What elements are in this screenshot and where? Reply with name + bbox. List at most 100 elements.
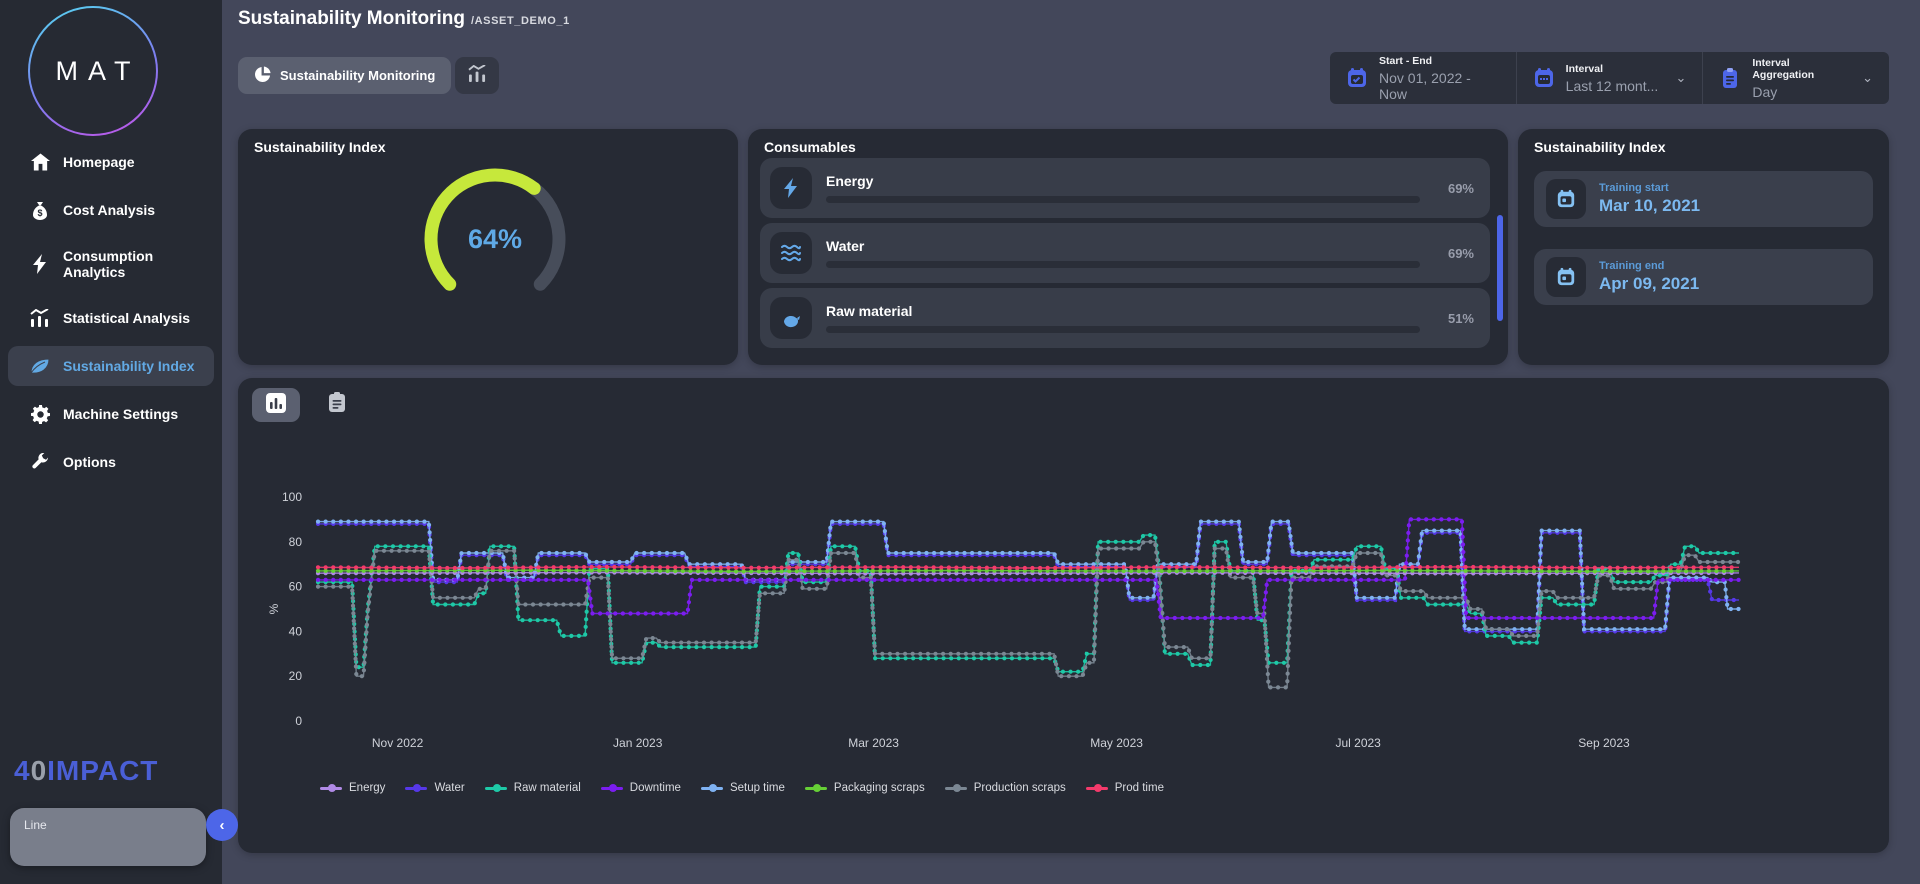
legend-dot (413, 784, 421, 792)
time-controls-bar: Start - End Nov 01, 2022 - Now Interval … (1330, 52, 1889, 104)
legend-marker (485, 787, 507, 790)
sidebar-item-cost-analysis[interactable]: $ Cost Analysis (8, 190, 214, 230)
wrench-icon (30, 452, 50, 472)
legend-item-downtime[interactable]: Downtime (601, 782, 681, 794)
calendar-check-icon (1346, 67, 1368, 89)
calendar-icon (1546, 257, 1586, 297)
progress-bar (826, 196, 1420, 203)
sidebar-item-options[interactable]: Options (8, 442, 214, 482)
legend-label: Downtime (630, 782, 681, 794)
training-start-label: Training start (1599, 182, 1700, 194)
water-waves-icon (770, 232, 812, 274)
legend-dot (609, 784, 617, 792)
legend-item-water[interactable]: Water (405, 782, 464, 794)
consumable-percent: 51% (1434, 311, 1474, 326)
chevron-down-icon[interactable]: ⌄ (1862, 70, 1873, 86)
consumable-percent: 69% (1434, 181, 1474, 196)
chevron-left-icon: ‹ (220, 817, 225, 834)
legend-label: Water (434, 782, 464, 794)
sidebar-item-consumption-analytics[interactable]: Consumption Analytics (8, 238, 214, 290)
consumable-row-raw-material: Raw material 51% (760, 288, 1490, 348)
sidebar-item-statistical-analysis[interactable]: Statistical Analysis (8, 298, 214, 338)
legend-label: Raw material (514, 782, 581, 794)
sustainability-index-gauge-card: Sustainability Index 64% (238, 129, 738, 365)
start-end-value: Nov 01, 2022 - Now (1379, 70, 1500, 102)
line-chart-canvas[interactable]: 020406080100Nov 2022Jan 2023Mar 2023May … (238, 378, 1889, 778)
legend-dot (813, 784, 821, 792)
legend-label: Prod time (1115, 782, 1164, 794)
legend-marker (320, 787, 342, 790)
svg-text:Jan 2023: Jan 2023 (613, 736, 663, 750)
svg-text:20: 20 (289, 669, 303, 683)
interval-label: Interval (1566, 63, 1659, 75)
interval-select[interactable]: Interval Last 12 mont... ⌄ (1516, 52, 1703, 104)
svg-text:Sep 2023: Sep 2023 (1578, 736, 1630, 750)
sustainability-index-training-card: Sustainability Index Training start Mar … (1518, 129, 1889, 365)
legend-label: Energy (349, 782, 385, 794)
mat-logo: MAT (28, 6, 158, 136)
tab-chart-view[interactable] (455, 57, 499, 94)
sidebar-item-label: Sustainability Index (63, 358, 194, 374)
money-bag-icon: $ (30, 200, 50, 220)
app-root: MAT Homepage $ Cost Analysis Consumption… (0, 0, 1920, 884)
collapse-sidebar-button[interactable]: ‹ (206, 809, 238, 841)
consumable-row-water: Water 69% (760, 223, 1490, 283)
home-icon (30, 152, 50, 172)
start-end-picker[interactable]: Start - End Nov 01, 2022 - Now (1330, 52, 1516, 104)
legend-dot (1094, 784, 1102, 792)
legend-dot (953, 784, 961, 792)
card-title: Sustainability Index (1534, 139, 1665, 155)
sidebar-item-sustainability-index[interactable]: Sustainability Index (8, 346, 214, 386)
svg-text:Mar 2023: Mar 2023 (848, 736, 899, 750)
svg-text:80: 80 (289, 535, 303, 549)
chart-type-panel[interactable]: Line (10, 808, 206, 866)
sidebar-item-machine-settings[interactable]: Machine Settings (8, 394, 214, 434)
progress-bar (826, 326, 1420, 333)
svg-text:$: $ (37, 208, 42, 218)
scrollbar-thumb[interactable] (1497, 215, 1503, 321)
tab-label: Sustainability Monitoring (280, 68, 435, 83)
line-chart-icon (468, 65, 487, 87)
sidebar-item-homepage[interactable]: Homepage (8, 142, 214, 182)
legend-dot (709, 784, 717, 792)
aggregation-select[interactable]: Interval Aggregation Day ⌄ (1702, 52, 1889, 104)
svg-text:100: 100 (282, 490, 302, 504)
legend-item-setup-time[interactable]: Setup time (701, 782, 785, 794)
card-title: Sustainability Index (254, 139, 385, 155)
sidebar-nav: Homepage $ Cost Analysis Consumption Ana… (0, 138, 222, 486)
gear-icon (30, 404, 50, 424)
legend-item-energy[interactable]: Energy (320, 782, 385, 794)
legend-item-packaging-scraps[interactable]: Packaging scraps (805, 782, 925, 794)
training-start-value: Mar 10, 2021 (1599, 196, 1700, 216)
clipboard-icon (1719, 67, 1741, 89)
consumable-label: Energy (826, 173, 1420, 189)
legend-dot (328, 784, 336, 792)
training-list: Training start Mar 10, 2021 Training end… (1534, 171, 1873, 305)
legend-item-production-scraps[interactable]: Production scraps (945, 782, 1066, 794)
asset-breadcrumb: /ASSET_DEMO_1 (471, 15, 570, 27)
legend-item-raw-material[interactable]: Raw material (485, 782, 581, 794)
legend-label: Setup time (730, 782, 785, 794)
chart-card: 020406080100Nov 2022Jan 2023Mar 2023May … (238, 378, 1889, 853)
page-title: Sustainability Monitoring/ASSET_DEMO_1 (238, 8, 570, 30)
progress-bar (826, 261, 1420, 268)
svg-text:Jul 2023: Jul 2023 (1335, 736, 1381, 750)
legend-item-prod-time[interactable]: Prod time (1086, 782, 1164, 794)
training-end-value: Apr 09, 2021 (1599, 274, 1699, 294)
bolt-icon (770, 167, 812, 209)
aggregation-label: Interval Aggregation (1752, 57, 1851, 81)
aggregation-value: Day (1752, 84, 1851, 100)
chevron-down-icon[interactable]: ⌄ (1675, 70, 1686, 86)
sidebar-item-label: Options (63, 454, 116, 470)
mat-logo-text: MAT (30, 8, 156, 134)
legend-marker (601, 787, 623, 790)
legend-dot (493, 784, 501, 792)
legend-label: Packaging scraps (834, 782, 925, 794)
consumable-percent: 69% (1434, 246, 1474, 261)
chart-type-label: Line (24, 818, 47, 832)
training-start-tile: Training start Mar 10, 2021 (1534, 171, 1873, 227)
svg-text:40: 40 (289, 624, 303, 638)
tab-sustainability-monitoring[interactable]: Sustainability Monitoring (238, 57, 451, 94)
consumable-row-energy: Energy 69% (760, 158, 1490, 218)
gauge-value: 64% (415, 159, 575, 319)
